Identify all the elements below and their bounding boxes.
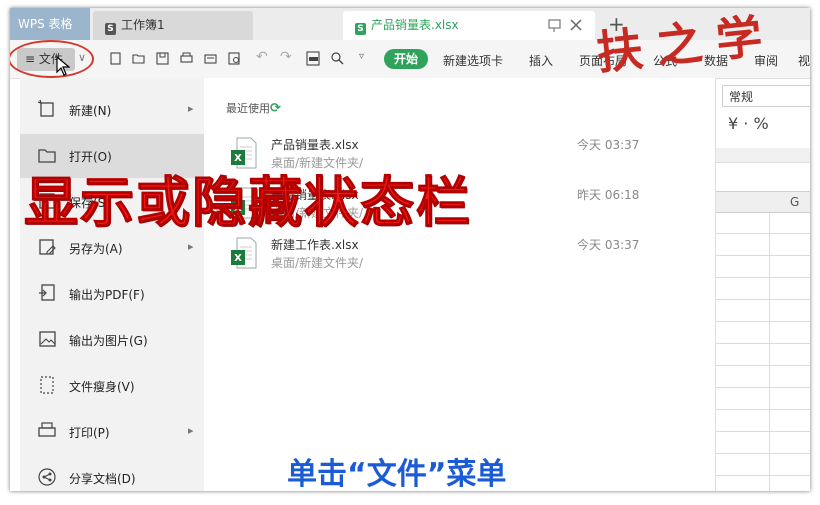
grid-line (715, 387, 810, 388)
menu-item-label: 分享文档(D) (69, 472, 136, 486)
grid-line (715, 233, 810, 234)
more-chevron-icon[interactable]: ▿ (359, 51, 364, 62)
share-icon (38, 468, 56, 486)
submenu-arrow-icon: ▸ (188, 424, 194, 437)
print-icon (38, 422, 56, 437)
grid-line (715, 299, 810, 300)
recent-title: 最近使用⟳ (226, 100, 281, 116)
menu-item-label: 另存为(A) (69, 242, 123, 256)
mouse-cursor-icon (56, 56, 70, 76)
menu-item-label: 打印(P) (69, 426, 110, 440)
column-g-label[interactable]: G (790, 195, 799, 209)
grid-line (715, 409, 810, 410)
grid-line (715, 431, 810, 432)
menu-item-label: 文件瘦身(V) (69, 380, 135, 394)
grid-line (715, 365, 810, 366)
submenu-arrow-icon: ▸ (188, 102, 194, 115)
submenu-arrow-icon: ▸ (188, 240, 194, 253)
file-menu-commands: 新建(N) ▸ 打开(O) 保存(S) 另存为(A) ▸ 输出为PDF(F) 输… (20, 78, 204, 491)
wps-window: WPS 表格 S工作簿1 S产品销量表.xlsx + ≡ 文件 ∨ ↶ ↷ (10, 8, 810, 491)
recent-file-name: 新建工作表.xlsx (271, 238, 359, 252)
image-export-icon (39, 331, 56, 347)
excel-file-icon: X (231, 237, 257, 269)
recent-file-time: 今天 03:37 (577, 138, 640, 152)
app-tab[interactable]: WPS 表格 (10, 8, 90, 40)
menu-item-export-image[interactable]: 输出为图片(G) (20, 318, 204, 362)
menu-item-share[interactable]: 分享文档(D) (20, 456, 204, 491)
grid-line (715, 343, 810, 344)
format-row[interactable]: ¥ · % (728, 114, 769, 133)
recent-file-path: 桌面/新建文件夹/ (271, 256, 364, 270)
redo-icon[interactable]: ↷ (280, 49, 292, 65)
ribbon-tab-insert[interactable]: 插入 (529, 52, 553, 69)
open-icon[interactable] (132, 52, 145, 65)
ribbon-tab-home[interactable]: 开始 (384, 49, 428, 69)
recent-file-time: 昨天 06:18 (577, 188, 640, 202)
new-icon (37, 99, 54, 117)
recent-file[interactable]: X 新建工作表.xlsx 桌面/新建文件夹/ 今天 03:37 (204, 230, 715, 280)
recent-file-name: 产品销量表.xlsx (271, 138, 359, 152)
tab-workbook1[interactable]: S 工作簿1 (93, 11, 253, 40)
sheet-doc-icon: S (105, 23, 116, 35)
recent-file-time: 今天 03:37 (577, 238, 640, 252)
menu-item-file-slim[interactable]: 文件瘦身(V) (20, 364, 204, 408)
menu-item-label: 新建(N) (69, 104, 112, 118)
menu-lines-icon: ≡ (25, 52, 36, 66)
chevron-down-icon[interactable]: ∨ (78, 51, 86, 64)
grid-line (715, 453, 810, 454)
menu-item-new[interactable]: 新建(N) ▸ (20, 88, 204, 132)
undo-icon[interactable]: ↶ (256, 49, 268, 65)
refresh-icon[interactable]: ⟳ (270, 101, 281, 116)
ribbon-tab-view[interactable]: 视 (798, 52, 810, 69)
svg-text:X: X (234, 253, 242, 264)
pdf-icon[interactable] (306, 51, 321, 66)
tab-label: 工作簿1 (121, 18, 165, 32)
grid-line (715, 475, 810, 476)
number-format-select[interactable]: 常规 (722, 85, 810, 107)
pdf-export-icon (39, 284, 55, 301)
overlay-caption-red: 显示或隐藏状态栏 (24, 171, 472, 235)
tab-product-sales[interactable]: S 产品销量表.xlsx (343, 11, 595, 40)
menu-item-export-pdf[interactable]: 输出为PDF(F) (20, 272, 204, 316)
save-icon[interactable] (156, 52, 169, 65)
sheet-doc-icon: S (355, 23, 366, 35)
overlay-caption-blue: 单击“文件”菜单 (287, 457, 507, 491)
recent-title-label: 最近使用 (226, 102, 270, 115)
grid-line (715, 321, 810, 322)
grid-line (715, 277, 810, 278)
grid-line (769, 211, 770, 491)
new-doc-icon[interactable] (109, 52, 122, 65)
save-as-icon (39, 239, 56, 255)
ribbon-tab-new[interactable]: 新建选项卡 (443, 52, 503, 69)
preview-icon[interactable] (228, 52, 241, 65)
grid-line (715, 255, 810, 256)
menu-item-print[interactable]: 打印(P) ▸ (20, 410, 204, 454)
file-slim-icon (40, 376, 54, 394)
print-preview-icon[interactable] (204, 52, 217, 65)
menu-item-label: 输出为PDF(F) (69, 288, 145, 302)
menu-item-label: 输出为图片(G) (69, 334, 148, 348)
formula-bar (715, 148, 810, 163)
recent-files-panel: 最近使用⟳ X 产品销量表.xlsx 桌面/新建文件夹/ 今天 03:37 X … (204, 78, 716, 491)
search-icon[interactable] (331, 52, 344, 65)
tab-label: 产品销量表.xlsx (371, 18, 459, 32)
print-icon[interactable] (180, 52, 193, 65)
